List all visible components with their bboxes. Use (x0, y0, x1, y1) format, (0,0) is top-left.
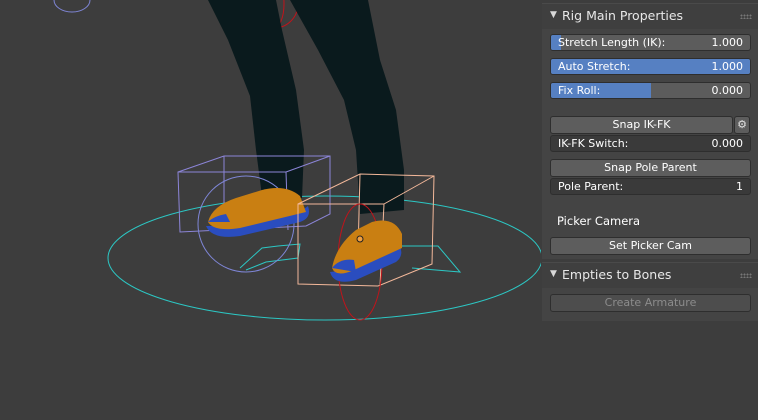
drag-grip-icon[interactable] (740, 273, 752, 278)
pants-right-leg (290, 0, 404, 214)
collapse-triangle-icon[interactable]: ▼ (550, 269, 557, 279)
create-armature-button[interactable]: Create Armature (550, 294, 751, 312)
ground-control-circle[interactable] (107, 195, 541, 321)
slider-value: 1.000 (711, 36, 744, 49)
slider-label: Auto Stretch: (558, 60, 631, 73)
empties-to-bones-header[interactable]: ▼ Empties to Bones (542, 262, 758, 289)
empties-to-bones-panel: Create Armature (542, 288, 758, 321)
set-picker-cam-button[interactable]: Set Picker Cam (550, 237, 751, 255)
field-label: Pole Parent: (558, 180, 624, 193)
auto-stretch-slider[interactable]: Auto Stretch: 1.000 (550, 58, 751, 75)
slider-label: Fix Roll: (558, 84, 601, 97)
field-label: IK-FK Switch: (558, 137, 629, 150)
snap-pole-parent-button[interactable]: Snap Pole Parent (550, 159, 751, 177)
panel-title: Rig Main Properties (562, 8, 684, 23)
slider-label: Stretch Length (IK): (558, 36, 666, 49)
rig-main-properties-header[interactable]: ▼ Rig Main Properties (542, 3, 758, 30)
collapse-triangle-icon[interactable]: ▼ (550, 10, 557, 20)
pants-left-leg (208, 0, 304, 198)
drag-grip-icon[interactable] (740, 14, 752, 19)
panel-title: Empties to Bones (562, 267, 672, 282)
fix-roll-slider[interactable]: Fix Roll: 0.000 (550, 82, 751, 99)
properties-sidebar: ▼ Rig Main Properties Stretch Length (IK… (541, 0, 758, 420)
slider-value: 1.000 (711, 60, 744, 73)
picker-camera-label: Picker Camera (557, 214, 641, 228)
field-value: 1 (736, 180, 743, 193)
slider-value: 0.000 (711, 84, 744, 97)
viewport-scene (53, 0, 541, 321)
top-blue-circle[interactable] (53, 0, 91, 13)
field-value: 0.000 (711, 137, 744, 150)
snap-ik-fk-button[interactable]: Snap IK-FK (550, 116, 733, 134)
bone-pivot-point[interactable] (356, 235, 364, 243)
foot-roll-widget-right[interactable] (400, 245, 462, 273)
pole-parent-field[interactable]: Pole Parent: 1 (550, 178, 751, 195)
ik-fk-switch-field[interactable]: IK-FK Switch: 0.000 (550, 135, 751, 152)
rig-main-properties-panel: Stretch Length (IK): 1.000 Auto Stretch:… (542, 29, 758, 259)
stretch-length-ik-slider[interactable]: Stretch Length (IK): 1.000 (550, 34, 751, 51)
3d-viewport[interactable] (0, 0, 541, 420)
gear-icon[interactable]: ⚙ (734, 116, 750, 134)
